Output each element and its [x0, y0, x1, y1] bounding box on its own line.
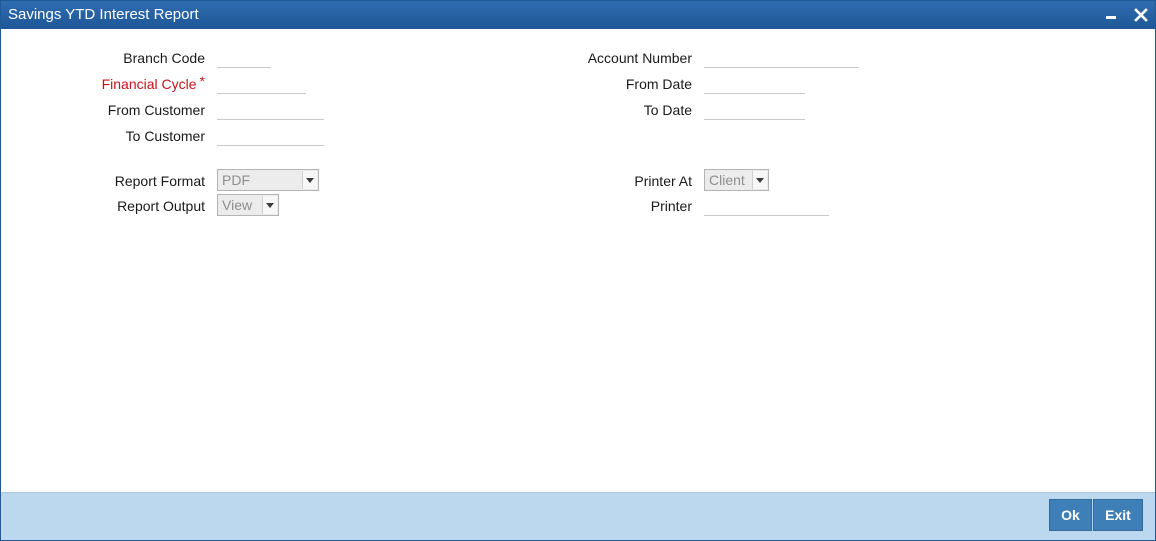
- ok-button[interactable]: Ok: [1049, 499, 1092, 531]
- to-customer-label: To Customer: [125, 128, 205, 144]
- from-customer-label: From Customer: [107, 102, 205, 118]
- required-marker: *: [199, 73, 205, 89]
- printer-input[interactable]: [704, 196, 829, 216]
- chevron-down-icon[interactable]: [302, 171, 317, 189]
- from-date-label: From Date: [625, 76, 692, 92]
- financial-cycle-label: Financial Cycle *: [101, 73, 205, 92]
- to-customer-input[interactable]: [217, 126, 324, 146]
- branch-code-input[interactable]: [217, 48, 271, 68]
- to-date-label: To Date: [643, 102, 692, 118]
- account-number-input[interactable]: [704, 48, 859, 68]
- printer-at-select[interactable]: Client: [704, 169, 769, 191]
- report-window: Savings YTD Interest Report Branch Code …: [0, 0, 1156, 541]
- printer-at-value: Client: [709, 172, 745, 188]
- from-date-input[interactable]: [704, 74, 805, 94]
- exit-button[interactable]: Exit: [1093, 499, 1143, 531]
- report-format-value: PDF: [222, 172, 250, 188]
- footer-bar: Ok Exit: [1, 492, 1155, 540]
- from-customer-input[interactable]: [217, 100, 324, 120]
- close-icon[interactable]: [1131, 5, 1151, 25]
- minimize-icon[interactable]: [1101, 5, 1121, 25]
- report-output-label: Report Output: [117, 198, 205, 214]
- report-output-select[interactable]: View: [217, 194, 279, 216]
- chevron-down-icon[interactable]: [752, 171, 767, 189]
- report-output-value: View: [222, 197, 253, 213]
- to-date-input[interactable]: [704, 100, 805, 120]
- branch-code-label: Branch Code: [123, 50, 205, 66]
- window-title: Savings YTD Interest Report: [8, 6, 199, 23]
- chevron-down-icon[interactable]: [262, 196, 277, 214]
- financial-cycle-input[interactable]: [217, 74, 306, 94]
- report-format-select[interactable]: PDF: [217, 169, 319, 191]
- printer-at-label: Printer At: [634, 173, 692, 189]
- report-format-label: Report Format: [114, 173, 205, 189]
- printer-label: Printer: [650, 198, 692, 214]
- account-number-label: Account Number: [587, 50, 692, 66]
- title-bar[interactable]: Savings YTD Interest Report: [1, 1, 1155, 29]
